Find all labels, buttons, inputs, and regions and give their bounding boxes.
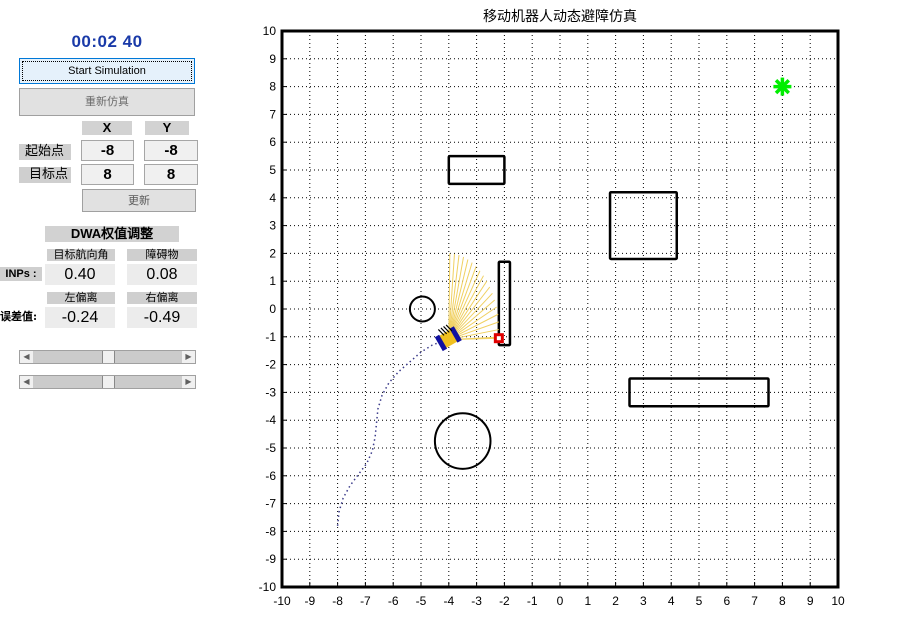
- x-tick-label: -3: [471, 594, 482, 608]
- y-tick-label: -5: [265, 441, 276, 455]
- trajectory-path: [336, 340, 444, 526]
- x-tick-label: -7: [360, 594, 371, 608]
- x-tick-label: -9: [304, 594, 315, 608]
- y-tick-label: 6: [269, 135, 276, 149]
- x-tick-label: 8: [779, 594, 786, 608]
- nearest-obstacle-marker-center: [496, 336, 501, 341]
- trajectory: [336, 340, 444, 526]
- goal-marker: [773, 77, 792, 96]
- y-tick-label: -7: [265, 497, 276, 511]
- y-tick-label: 7: [269, 107, 276, 121]
- x-tick-label: 10: [831, 594, 845, 608]
- grid: [282, 31, 838, 587]
- x-tick-label: -2: [499, 594, 510, 608]
- axis-ticks: -10 -9 -8 -7 -6 -5 -4 -3 -2 -1 0 1 2 3 4 5 6 7 8 9 101098765…: [259, 24, 845, 608]
- y-tick-label: 8: [269, 80, 276, 94]
- x-tick-label: -5: [416, 594, 427, 608]
- sensor-rays: [448, 253, 500, 341]
- y-tick-label: 4: [269, 191, 276, 205]
- x-tick-label: -1: [527, 594, 538, 608]
- y-tick-label: 9: [269, 52, 276, 66]
- y-tick-label: -8: [265, 524, 276, 538]
- x-tick-label: -10: [273, 594, 291, 608]
- obstacle-circle: [433, 412, 492, 470]
- x-tick-label: -4: [443, 594, 454, 608]
- x-tick-label: 6: [723, 594, 730, 608]
- y-tick-label: -6: [265, 469, 276, 483]
- x-tick-label: 7: [751, 594, 758, 608]
- x-tick-label: 2: [612, 594, 619, 608]
- x-tick-label: 9: [807, 594, 814, 608]
- y-tick-label: 10: [263, 24, 277, 38]
- y-tick-label: -3: [265, 385, 276, 399]
- y-tick-label: 1: [269, 274, 276, 288]
- x-tick-label: -6: [388, 594, 399, 608]
- y-tick-label: 3: [269, 219, 276, 233]
- y-tick-label: 5: [269, 163, 276, 177]
- x-tick-label: -8: [332, 594, 343, 608]
- x-tick-label: 1: [584, 594, 591, 608]
- y-tick-label: -1: [265, 330, 276, 344]
- x-tick-label: 4: [668, 594, 675, 608]
- y-tick-label: -10: [259, 580, 277, 594]
- x-tick-label: 5: [696, 594, 703, 608]
- x-tick-label: 0: [557, 594, 564, 608]
- y-tick-label: 0: [269, 302, 276, 316]
- y-tick-label: 2: [269, 246, 276, 260]
- x-tick-label: 3: [640, 594, 647, 608]
- y-tick-label: -2: [265, 358, 276, 372]
- y-tick-label: -9: [265, 552, 276, 566]
- y-tick-label: -4: [265, 413, 276, 427]
- simulation-plot: -10 -9 -8 -7 -6 -5 -4 -3 -2 -1 0 1 2 3 4 5 6 7 8 9 101098765…: [259, 24, 845, 608]
